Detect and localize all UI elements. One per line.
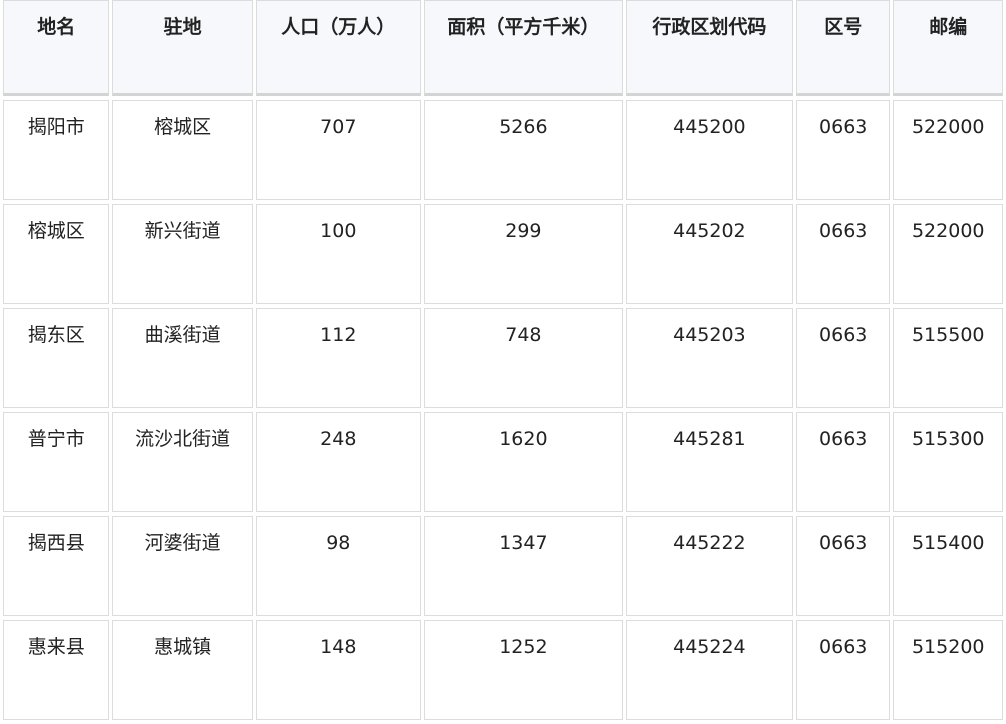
cell-division-code: 445281 xyxy=(625,412,793,512)
cell-seat: 河婆街道 xyxy=(112,516,253,616)
cell-postal-code: 522000 xyxy=(893,204,1003,304)
cell-place-name: 揭东区 xyxy=(3,308,110,408)
cell-division-code: 445200 xyxy=(625,100,793,200)
cell-area: 299 xyxy=(423,204,623,304)
cell-area: 748 xyxy=(423,308,623,408)
cell-seat: 惠城镇 xyxy=(112,620,253,720)
cell-area-code: 0663 xyxy=(795,620,891,720)
cell-postal-code: 515500 xyxy=(893,308,1003,408)
table-row: 揭西县 河婆街道 98 1347 445222 0663 515400 xyxy=(3,516,1003,616)
header-population: 人口（万人） xyxy=(255,0,421,96)
header-division-code: 行政区划代码 xyxy=(625,0,793,96)
cell-population: 707 xyxy=(255,100,421,200)
cell-area: 1252 xyxy=(423,620,623,720)
cell-place-name: 揭西县 xyxy=(3,516,110,616)
cell-seat: 榕城区 xyxy=(112,100,253,200)
cell-seat: 流沙北街道 xyxy=(112,412,253,512)
table-header-row: 地名 驻地 人口（万人） 面积（平方千米） 行政区划代码 区号 邮编 xyxy=(3,0,1003,96)
table-row: 揭阳市 榕城区 707 5266 445200 0663 522000 xyxy=(3,100,1003,200)
cell-area-code: 0663 xyxy=(795,308,891,408)
header-seat: 驻地 xyxy=(112,0,253,96)
admin-division-table: 地名 驻地 人口（万人） 面积（平方千米） 行政区划代码 区号 邮编 揭阳市 榕… xyxy=(0,0,1006,724)
cell-population: 248 xyxy=(255,412,421,512)
cell-area: 1620 xyxy=(423,412,623,512)
cell-place-name: 榕城区 xyxy=(3,204,110,304)
table-row: 榕城区 新兴街道 100 299 445202 0663 522000 xyxy=(3,204,1003,304)
cell-area: 1347 xyxy=(423,516,623,616)
header-area: 面积（平方千米） xyxy=(423,0,623,96)
cell-postal-code: 515300 xyxy=(893,412,1003,512)
cell-area-code: 0663 xyxy=(795,412,891,512)
cell-postal-code: 515400 xyxy=(893,516,1003,616)
cell-postal-code: 515200 xyxy=(893,620,1003,720)
cell-division-code: 445202 xyxy=(625,204,793,304)
cell-seat: 新兴街道 xyxy=(112,204,253,304)
table-row: 普宁市 流沙北街道 248 1620 445281 0663 515300 xyxy=(3,412,1003,512)
header-place-name: 地名 xyxy=(3,0,110,96)
cell-population: 112 xyxy=(255,308,421,408)
header-postal-code: 邮编 xyxy=(893,0,1003,96)
cell-area-code: 0663 xyxy=(795,516,891,616)
header-area-code: 区号 xyxy=(795,0,891,96)
cell-postal-code: 522000 xyxy=(893,100,1003,200)
cell-division-code: 445224 xyxy=(625,620,793,720)
cell-place-name: 普宁市 xyxy=(3,412,110,512)
cell-division-code: 445222 xyxy=(625,516,793,616)
cell-area: 5266 xyxy=(423,100,623,200)
cell-area-code: 0663 xyxy=(795,204,891,304)
cell-population: 148 xyxy=(255,620,421,720)
table-row: 揭东区 曲溪街道 112 748 445203 0663 515500 xyxy=(3,308,1003,408)
table-row: 惠来县 惠城镇 148 1252 445224 0663 515200 xyxy=(3,620,1003,720)
cell-population: 100 xyxy=(255,204,421,304)
cell-division-code: 445203 xyxy=(625,308,793,408)
cell-place-name: 揭阳市 xyxy=(3,100,110,200)
cell-area-code: 0663 xyxy=(795,100,891,200)
cell-place-name: 惠来县 xyxy=(3,620,110,720)
cell-seat: 曲溪街道 xyxy=(112,308,253,408)
cell-population: 98 xyxy=(255,516,421,616)
